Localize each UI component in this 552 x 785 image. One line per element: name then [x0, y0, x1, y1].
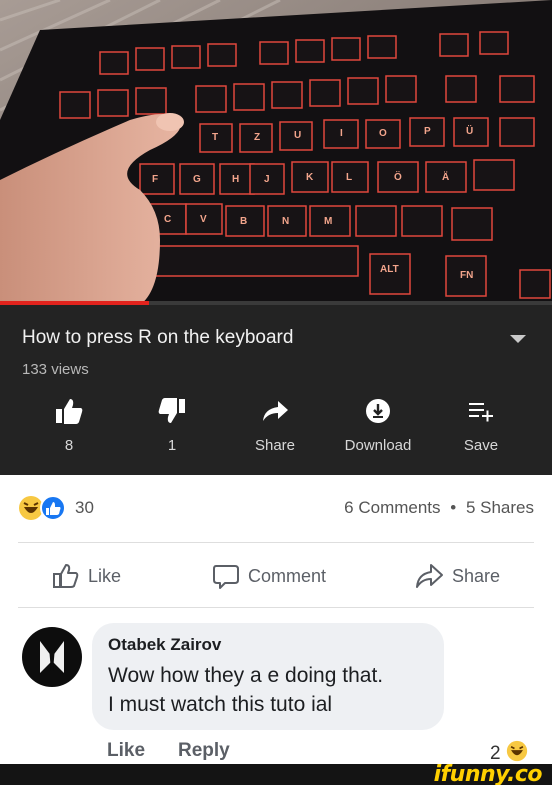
svg-text:Ü: Ü [466, 124, 473, 137]
keyboard-image: TZU IOP Ü FGH JKL ÖÄ YXC VBN M ALTFN [0, 0, 552, 305]
reaction-summary[interactable]: 30 6 Comments • 5 Shares [0, 490, 552, 530]
like-video-button[interactable]: 8 [24, 397, 114, 454]
download-icon [333, 397, 423, 425]
like-count: 8 [64, 437, 74, 454]
svg-text:Ä: Ä [442, 170, 449, 183]
view-count: 133 views [22, 361, 89, 378]
save-video-button[interactable]: Save [436, 397, 526, 454]
reaction-count: 30 [75, 498, 94, 517]
svg-text:I: I [340, 128, 343, 139]
svg-text:M: M [324, 216, 332, 227]
share-arrow-icon [230, 397, 320, 425]
comment-count[interactable]: 6 Comments [344, 498, 440, 517]
thumbs-down-icon [127, 397, 217, 425]
comment-bubble-icon [212, 562, 240, 590]
svg-text:ALT: ALT [380, 264, 399, 275]
comment-reply-link[interactable]: Reply [178, 740, 230, 762]
haha-emoji-icon [506, 740, 528, 762]
ifunny-logo: ifunny.co [433, 762, 543, 785]
comment-like-link[interactable]: Like [107, 740, 145, 762]
haha-emoji-icon [19, 496, 43, 520]
share-button-label: Share [452, 565, 501, 586]
svg-text:J: J [264, 174, 270, 185]
comment-line: I must watch this tuto ial [108, 693, 333, 716]
comment-text: Wow how they a e doing that. I must watc… [108, 661, 428, 719]
share-count[interactable]: 5 Shares [466, 498, 534, 517]
comment-reaction-number: 2 [490, 743, 501, 764]
svg-text:C: C [164, 214, 171, 225]
comment-line: Wow how they a e doing that. [108, 664, 384, 687]
svg-text:Z: Z [254, 132, 260, 143]
stats-separator: • [450, 498, 457, 517]
like-reaction-icon [40, 495, 66, 521]
comment-author[interactable]: Otabek Zairov [108, 635, 428, 655]
like-button[interactable]: Like [52, 558, 121, 594]
download-video-button[interactable]: Download [333, 397, 423, 454]
post-stats[interactable]: 6 Comments • 5 Shares [344, 498, 534, 518]
svg-text:F: F [152, 174, 158, 185]
commenter-avatar[interactable] [22, 627, 82, 687]
svg-text:H: H [232, 174, 239, 185]
svg-text:V: V [200, 214, 207, 225]
video-title: How to press R on the keyboard [22, 327, 294, 348]
svg-text:U: U [294, 130, 301, 141]
dislike-count: 1 [167, 437, 177, 454]
playlist-add-icon [436, 397, 526, 425]
video-info-panel: How to press R on the keyboard 133 views… [0, 305, 552, 475]
svg-text:N: N [282, 216, 289, 227]
tuxedo-logo-icon [40, 641, 64, 673]
expand-chevron-icon[interactable] [510, 335, 526, 343]
svg-text:K: K [306, 172, 314, 183]
svg-text:G: G [193, 174, 201, 185]
watermark-bar: ifunny.co [0, 764, 552, 785]
share-video-button[interactable]: Share [230, 397, 320, 454]
svg-text:O: O [379, 128, 387, 139]
svg-text:P: P [424, 126, 431, 137]
svg-text:T: T [212, 132, 218, 143]
svg-text:FN: FN [460, 270, 473, 281]
comment-button-label: Comment [248, 565, 327, 586]
save-label: Save [463, 437, 499, 454]
divider [18, 607, 534, 608]
download-label: Download [344, 437, 412, 454]
share-video-label: Share [254, 437, 296, 454]
video-frame[interactable]: TZU IOP Ü FGH JKL ÖÄ YXC VBN M ALTFN [0, 0, 552, 305]
thumbs-up-outline-icon [52, 562, 80, 590]
comment-bubble: Otabek Zairov Wow how they a e doing tha… [92, 623, 444, 730]
divider [18, 542, 534, 543]
thumbs-up-icon [24, 397, 114, 425]
comment-button[interactable]: Comment [212, 558, 326, 594]
like-button-label: Like [88, 565, 122, 586]
share-outline-icon [414, 562, 444, 590]
reaction-icons [18, 495, 68, 521]
svg-text:Ö: Ö [394, 170, 402, 183]
svg-text:L: L [346, 172, 352, 183]
dislike-video-button[interactable]: 1 [127, 397, 217, 454]
svg-text:B: B [240, 216, 247, 227]
share-button[interactable]: Share [414, 558, 500, 594]
